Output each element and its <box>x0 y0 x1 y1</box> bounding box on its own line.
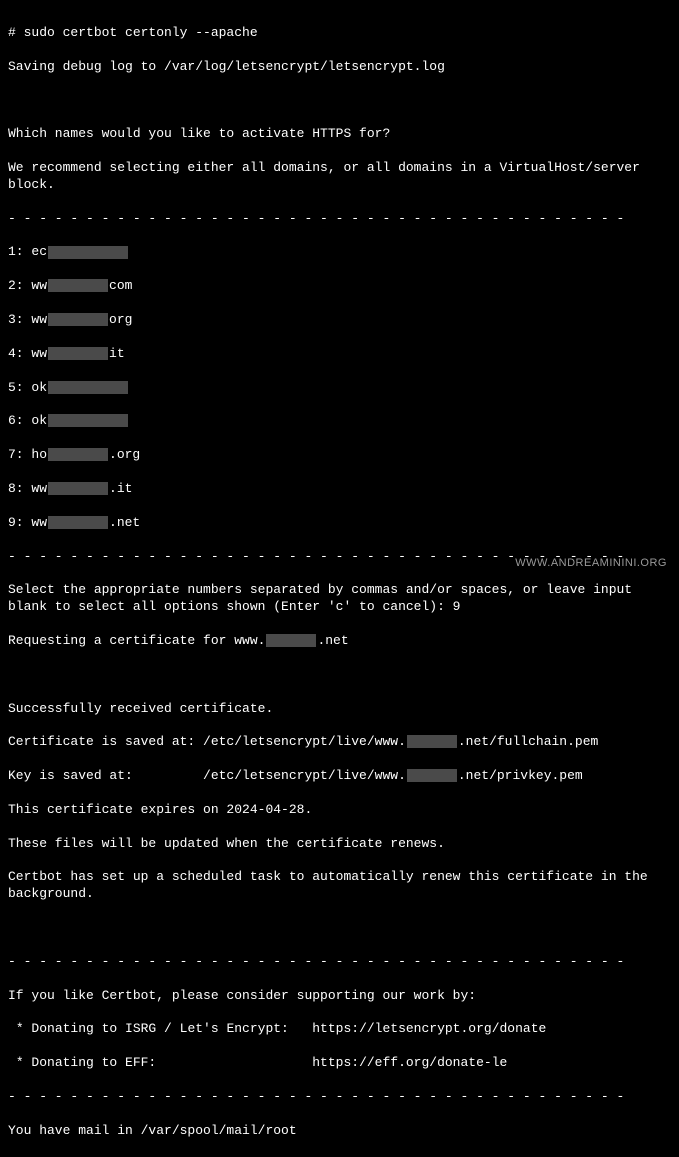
domain-4: 4: wwit <box>8 346 671 363</box>
cert-path-line: Certificate is saved at: /etc/letsencryp… <box>8 734 671 751</box>
redacted-block <box>48 448 108 461</box>
domain-5: 5: ok <box>8 380 671 397</box>
mail-line: You have mail in /var/spool/mail/root <box>8 1123 671 1140</box>
command-line: # sudo certbot certonly --apache <box>8 25 671 42</box>
dashes-line: - - - - - - - - - - - - - - - - - - - - … <box>8 211 671 228</box>
support-line: If you like Certbot, please consider sup… <box>8 988 671 1005</box>
domain-1: 1: ec <box>8 244 671 261</box>
redacted-block <box>48 381 128 394</box>
redacted-block <box>48 482 108 495</box>
redacted-block <box>266 634 316 647</box>
blank <box>8 667 671 684</box>
prompt-line: Select the appropriate numbers separated… <box>8 582 671 616</box>
donate-isrg-line: * Donating to ISRG / Let's Encrypt: http… <box>8 1021 671 1038</box>
redacted-block <box>48 279 108 292</box>
redacted-block <box>407 769 457 782</box>
donate-eff-line: * Donating to EFF: https://eff.org/donat… <box>8 1055 671 1072</box>
expires-line: This certificate expires on 2024-04-28. <box>8 802 671 819</box>
redacted-block <box>48 414 128 427</box>
renew-line: These files will be updated when the cer… <box>8 836 671 853</box>
dashes-line: - - - - - - - - - - - - - - - - - - - - … <box>8 954 671 971</box>
log-line: Saving debug log to /var/log/letsencrypt… <box>8 59 671 76</box>
domain-2: 2: wwcom <box>8 278 671 295</box>
success-line: Successfully received certificate. <box>8 701 671 718</box>
domain-3: 3: wworg <box>8 312 671 329</box>
recommend-line: We recommend selecting either all domain… <box>8 160 671 194</box>
redacted-block <box>407 735 457 748</box>
domain-7: 7: ho.org <box>8 447 671 464</box>
blank <box>8 920 671 937</box>
key-path-line: Key is saved at: /etc/letsencrypt/live/w… <box>8 768 671 785</box>
redacted-block <box>48 246 128 259</box>
watermark: WWW.ANDREAMININI.ORG <box>515 556 667 570</box>
scheduled-line: Certbot has set up a scheduled task to a… <box>8 869 671 903</box>
redacted-block <box>48 347 108 360</box>
requesting-line: Requesting a certificate for www..net <box>8 633 671 650</box>
redacted-block <box>48 516 108 529</box>
redacted-block <box>48 313 108 326</box>
question-line: Which names would you like to activate H… <box>8 126 671 143</box>
domain-6: 6: ok <box>8 413 671 430</box>
terminal-output: # sudo certbot certonly --apache Saving … <box>8 8 671 1157</box>
dashes-line: - - - - - - - - - - - - - - - - - - - - … <box>8 1089 671 1106</box>
domain-8: 8: ww.it <box>8 481 671 498</box>
domain-9: 9: ww.net <box>8 515 671 532</box>
blank <box>8 92 671 109</box>
